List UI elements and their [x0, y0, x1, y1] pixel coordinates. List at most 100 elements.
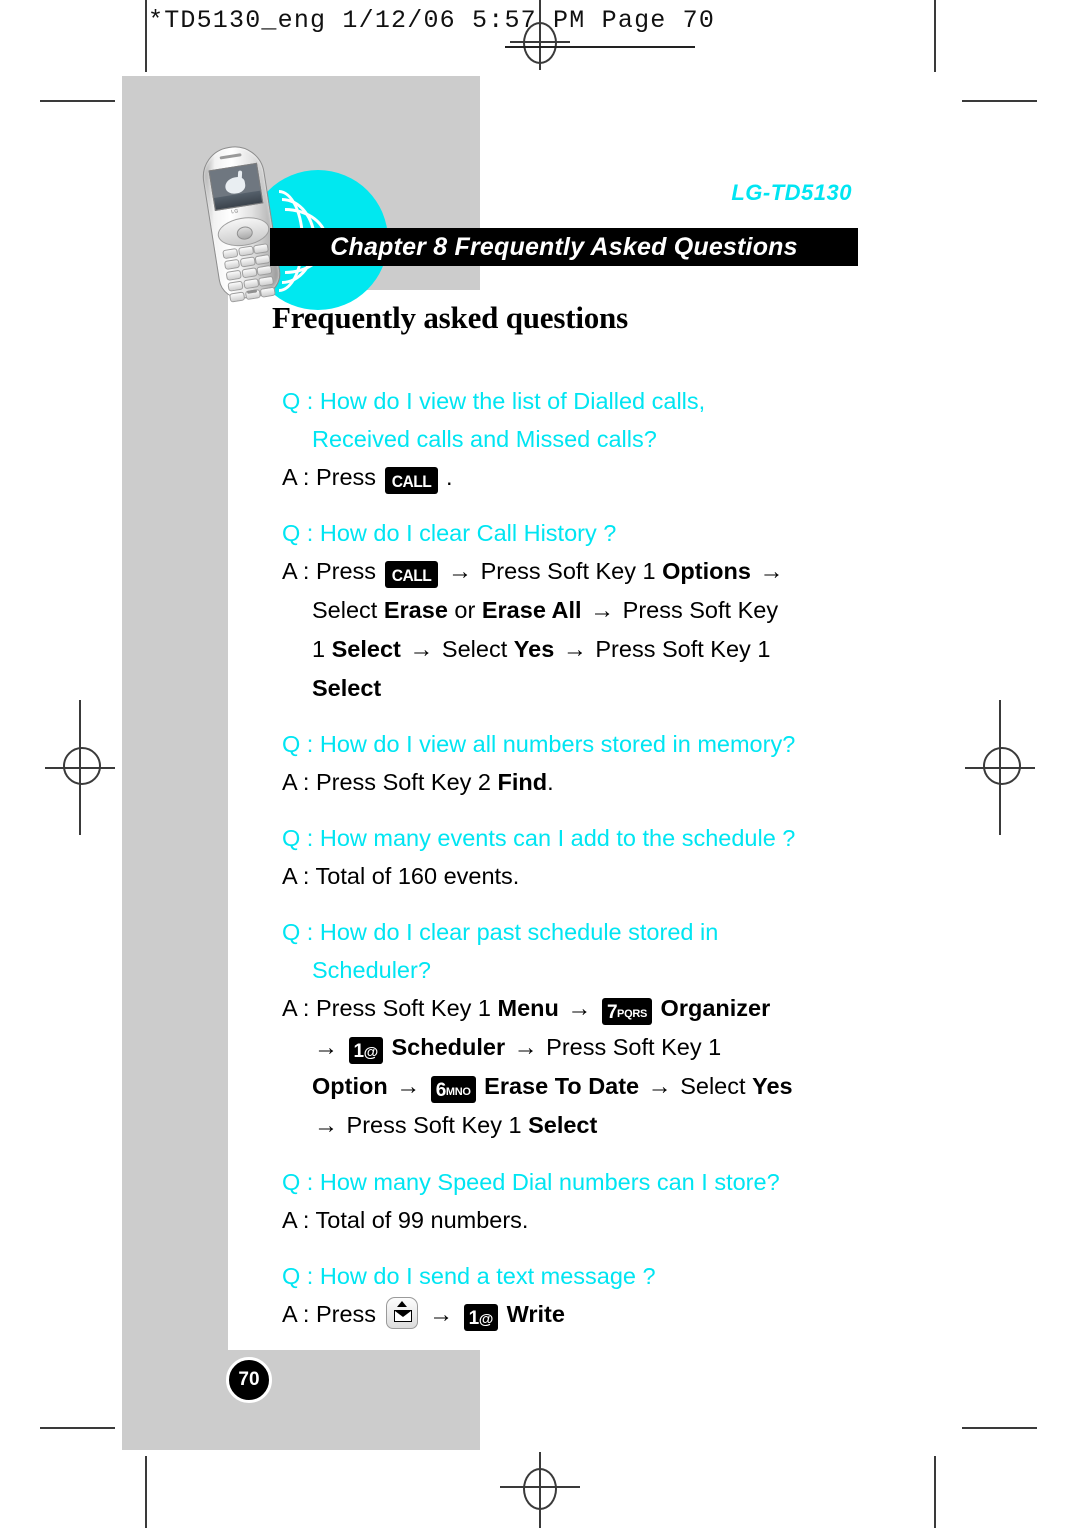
registration-mark-left — [45, 700, 115, 835]
faq-answer-text: A : Press — [282, 1301, 377, 1327]
faq-answer-text: Press Soft Key 1 — [480, 558, 656, 584]
arrow-icon: → — [567, 995, 592, 1022]
arrow-icon: → — [759, 558, 784, 585]
faq-item: Q : How do I view the list of Dialled ca… — [282, 382, 882, 496]
faq-answer-text: Press Soft Key — [622, 597, 779, 623]
faq-question-line: Q : How do I clear past schedule stored … — [282, 919, 719, 945]
faq-item: Q : How do I send a text message ? A : P… — [282, 1257, 882, 1334]
faq-answer: A : Press CALL . — [282, 458, 882, 496]
faq-answer-suffix: . — [446, 464, 453, 490]
arrow-icon: → — [448, 558, 473, 585]
faq-answer-bold: Select — [528, 1112, 598, 1138]
faq-answer-bold: Find — [497, 769, 548, 795]
faq-answer-text: Press Soft Key 1 — [546, 1034, 722, 1060]
faq-answer-cont: → Press Soft Key 1 Select — [282, 1106, 882, 1145]
brand-model-label: LG-TD5130 — [731, 180, 852, 205]
faq-answer-text: 1 — [312, 636, 326, 662]
faq-answer-bold: Erase All — [481, 597, 582, 623]
faq-answer-bold: Write — [506, 1301, 565, 1327]
faq-answer-cont: Select Erase or Erase All → Press Soft K… — [282, 591, 882, 630]
faq-answer-text: A : Press Soft Key 2 — [282, 769, 491, 795]
faq-question-line: Q : How many events can I add to the sch… — [282, 825, 796, 851]
faq-answer-cont: Select — [282, 669, 882, 707]
crop-mark-bottom-left-horizontal — [40, 1427, 115, 1429]
faq-question-line: Q : How do I view the list of Dialled ca… — [282, 388, 706, 414]
faq-question: Q : How do I view the list of Dialled ca… — [282, 382, 882, 458]
arrow-icon: → — [429, 1301, 454, 1328]
faq-answer-text: Select — [312, 597, 378, 623]
arrow-icon: → — [314, 1034, 338, 1061]
registration-mark-bottom — [500, 1452, 580, 1528]
faq-answer: A : Press Soft Key 2 Find. — [282, 763, 882, 801]
faq-answer-bold: Organizer — [660, 995, 771, 1021]
faq-question-line-cont: Received calls and Missed calls? — [312, 426, 657, 452]
crop-mark-bottom-left-vertical — [145, 1456, 147, 1528]
registration-mark-right — [965, 700, 1035, 835]
faq-answer: A : Press → 1@ Write — [282, 1295, 882, 1334]
faq-question: Q : How do I send a text message ? — [282, 1257, 882, 1295]
faq-item: Q : How many Speed Dial numbers can I st… — [282, 1163, 882, 1239]
faq-answer-text: Press Soft Key 1 — [346, 1112, 522, 1138]
faq-answer-bold: Option — [312, 1073, 388, 1099]
faq-item: Q : How do I clear past schedule stored … — [282, 913, 882, 1145]
arrow-icon: → — [396, 1073, 421, 1100]
faq-question-line: Q : How many Speed Dial numbers can I st… — [282, 1169, 780, 1195]
arrow-icon: → — [590, 597, 615, 624]
faq-answer-bold: Select — [312, 675, 382, 701]
arrow-icon: → — [513, 1034, 538, 1061]
faq-question: Q : How many Speed Dial numbers can I st… — [282, 1163, 882, 1201]
key-6-mno-icon: 6MNO — [430, 1076, 476, 1103]
faq-item: Q : How do I view all numbers stored in … — [282, 725, 882, 801]
faq-answer-cont: 1 Select → Select Yes → Press Soft Key 1 — [282, 630, 882, 669]
faq-answer-text: A : Total of 160 events. — [282, 863, 520, 889]
key-1-at-icon: 1@ — [463, 1304, 499, 1331]
faq-answer-text: A : Press — [282, 464, 377, 490]
faq-answer-bold: Yes — [513, 636, 555, 662]
key-7-pqrs-icon: 7PQRS — [601, 998, 653, 1025]
faq-answer-bold: Yes — [752, 1073, 793, 1099]
faq-answer-bold: Erase — [383, 597, 448, 623]
arrow-icon: → — [647, 1073, 672, 1100]
call-key-icon: CALL — [384, 561, 438, 588]
faq-answer-bold: Select — [331, 636, 401, 662]
chapter-title: Chapter 8 Frequently Asked Questions — [330, 232, 798, 261]
swan-neck — [237, 170, 243, 183]
crop-mark-bottom-right-vertical — [934, 1456, 936, 1528]
faq-answer: A : Total of 99 numbers. — [282, 1201, 882, 1239]
faq-answer: A : Press CALL → Press Soft Key 1 Option… — [282, 552, 882, 707]
faq-answer-bold: Erase To Date — [484, 1073, 640, 1099]
faq-answer-text: A : Press Soft Key 1 — [282, 995, 491, 1021]
page-number-badge: 70 — [226, 1357, 272, 1403]
faq-question-line-cont: Scheduler? — [312, 957, 431, 983]
faq-item: Q : How many events can I add to the sch… — [282, 819, 882, 895]
faq-answer-text: A : Total of 99 numbers. — [282, 1207, 529, 1233]
faq-question-line: Q : How do I view all numbers stored in … — [282, 731, 796, 757]
faq-answer: A : Press Soft Key 1 Menu → 7PQRS Organi… — [282, 989, 882, 1145]
arrow-icon: → — [314, 1112, 338, 1139]
faq-question-line: Q : How do I send a text message ? — [282, 1263, 656, 1289]
faq-answer-suffix: . — [547, 769, 554, 795]
faq-question: Q : How many events can I add to the sch… — [282, 819, 882, 857]
slug-underline — [505, 46, 695, 48]
crop-mark-top-left-vertical — [145, 0, 147, 72]
phone-screen — [208, 162, 264, 211]
faq-answer: A : Total of 160 events. — [282, 857, 882, 895]
crop-mark-bottom-right-horizontal — [962, 1427, 1037, 1429]
faq-question: Q : How do I clear past schedule stored … — [282, 913, 882, 989]
faq-answer-text: Select — [680, 1073, 746, 1099]
faq-question-line: Q : How do I clear Call History ? — [282, 520, 617, 546]
faq-answer-text: A : Press — [282, 558, 377, 584]
crop-mark-top-left-horizontal — [40, 100, 115, 102]
faq-question: Q : How do I view all numbers stored in … — [282, 725, 882, 763]
page-title: Frequently asked questions — [272, 300, 628, 335]
faq-answer-bold: Scheduler — [391, 1034, 506, 1060]
call-key-icon: CALL — [384, 467, 438, 494]
faq-list: Q : How do I view the list of Dialled ca… — [282, 382, 882, 1352]
phone-keypad — [222, 243, 276, 305]
arrow-icon: → — [409, 636, 434, 663]
crop-mark-top-right-horizontal — [962, 100, 1037, 102]
faq-answer-text: Press Soft Key 1 — [595, 636, 771, 662]
prepress-slug: *TD5130_eng 1/12/06 5:57 PM Page 70 — [148, 6, 716, 35]
arrow-icon: → — [562, 636, 587, 663]
faq-answer-cont: Option → 6MNO Erase To Date → Select Yes — [282, 1067, 882, 1106]
